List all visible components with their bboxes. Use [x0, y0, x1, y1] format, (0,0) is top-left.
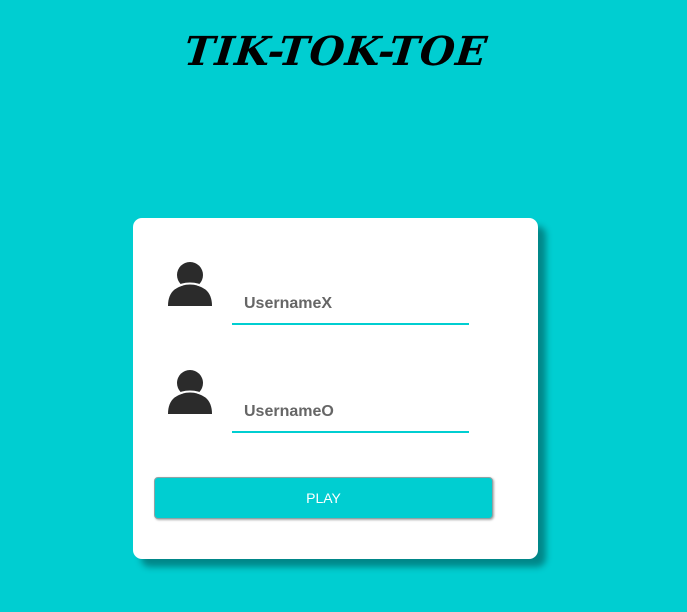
user-icon [166, 367, 214, 415]
app-title: TIK-TOK-TOE [182, 28, 490, 75]
login-card: PLAY [133, 218, 538, 559]
play-button[interactable]: PLAY [154, 477, 493, 519]
username-x-input[interactable] [232, 285, 469, 325]
username-o-input[interactable] [232, 393, 469, 433]
user-icon [166, 259, 214, 307]
